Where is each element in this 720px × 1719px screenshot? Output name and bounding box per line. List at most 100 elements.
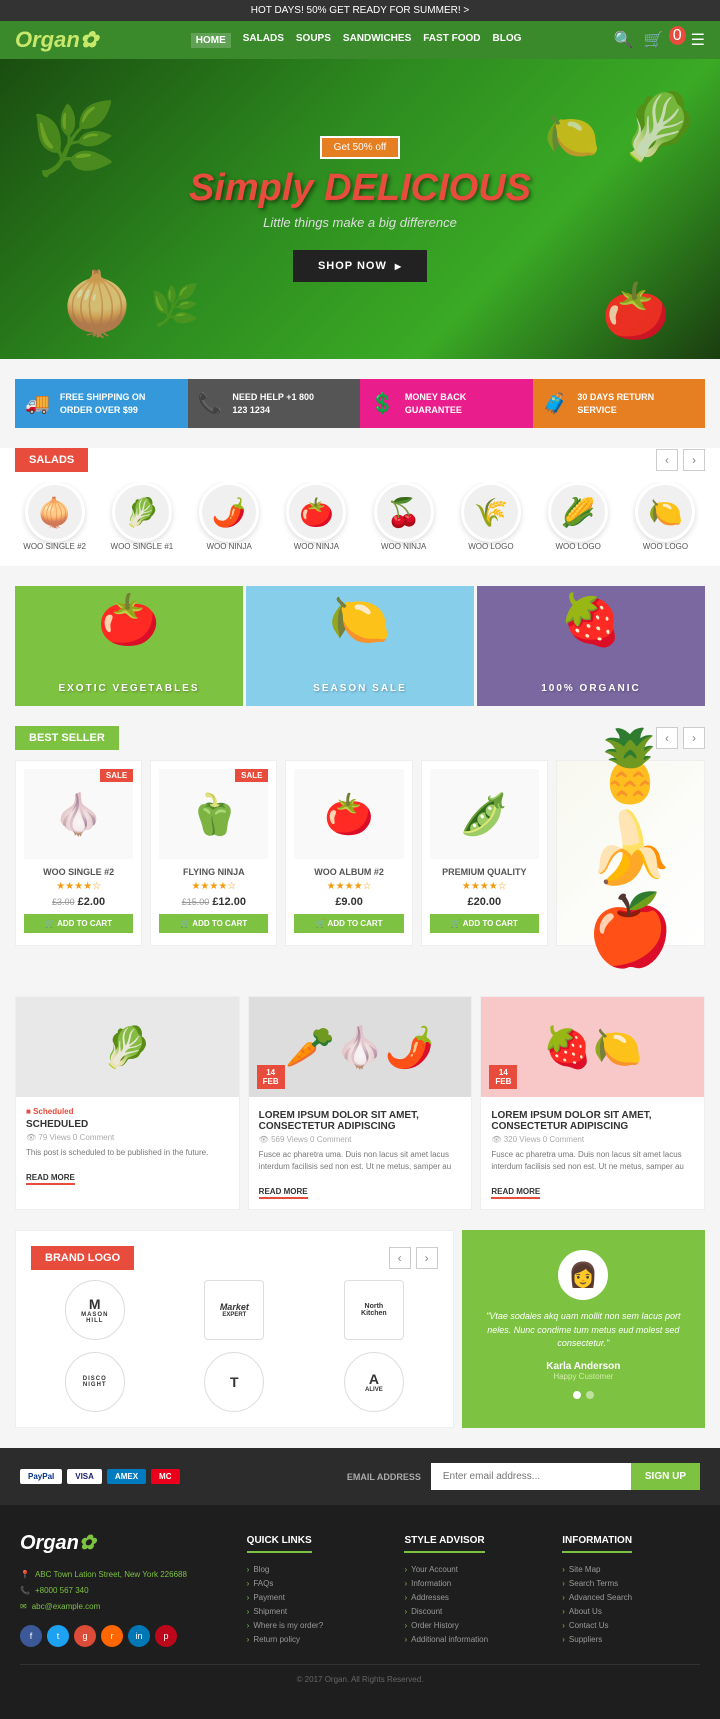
read-more-1[interactable]: READ MORE	[26, 1173, 75, 1185]
sale-badge-2: SALE	[235, 769, 268, 782]
footer-link[interactable]: Your Account	[404, 1565, 542, 1574]
nav-home[interactable]: HOME	[191, 33, 231, 48]
footer-link[interactable]: FAQs	[247, 1579, 385, 1588]
shop-now-button[interactable]: SHOP NOW	[293, 250, 427, 282]
googleplus-icon[interactable]: g	[74, 1625, 96, 1647]
footer-link[interactable]: Advanced Search	[562, 1593, 700, 1602]
site-logo[interactable]: Organ✿	[15, 27, 98, 53]
list-item[interactable]: 🥬 WOO SINGLE #1	[102, 482, 181, 551]
read-more-3[interactable]: READ MORE	[491, 1187, 540, 1199]
nav-soups[interactable]: SOUPS	[296, 33, 331, 48]
footer-address: 📍ABC Town Lation Street, New York 226688…	[20, 1567, 227, 1615]
footer-link[interactable]: Contact Us	[562, 1621, 700, 1630]
footer-link[interactable]: Addresses	[404, 1593, 542, 1602]
main-nav: HOME SALADS SOUPS SANDWICHES FAST FOOD B…	[191, 33, 522, 48]
menu-icon[interactable]: ☰	[691, 30, 705, 50]
brand-logo-6[interactable]: A ALIVE	[344, 1352, 404, 1412]
footer-link[interactable]: Suppliers	[562, 1635, 700, 1644]
footer-link[interactable]: Site Map	[562, 1565, 700, 1574]
list-item[interactable]: 🌽 WOO LOGO	[539, 482, 618, 551]
add-to-cart-3[interactable]: 🛒 ADD TO CART	[294, 914, 403, 933]
products-row: SALE 🧄 WOO SINGLE #2 ★★★★☆ £3.00 £2.00 🛒…	[0, 760, 720, 946]
product-name-3: WOO ALBUM #2	[294, 867, 403, 877]
site-footer: Organ✿ 📍ABC Town Lation Street, New York…	[0, 1505, 720, 1719]
nav-fastfood[interactable]: FAST FOOD	[423, 33, 480, 48]
brand-logo-1[interactable]: M MASON HILL	[65, 1280, 125, 1340]
blog-excerpt-1: This post is scheduled to be published i…	[26, 1147, 229, 1159]
footer-quicklinks: QUICK LINKS Blog FAQs Payment Shipment W…	[247, 1530, 385, 1649]
list-item[interactable]: 🧅 WOO SINGLE #2	[15, 482, 94, 551]
styleadvisor-title: STYLE ADVISOR	[404, 1535, 484, 1553]
footer-link[interactable]: Return policy	[247, 1635, 385, 1644]
season-icon: 🍋	[329, 591, 391, 650]
signup-button[interactable]: SIGN UP	[631, 1463, 700, 1490]
pinterest-icon[interactable]: p	[155, 1625, 177, 1647]
email-input[interactable]	[431, 1463, 631, 1490]
blog-excerpt-3: Fusce ac pharetra uma. Duis non lacus si…	[491, 1149, 694, 1173]
footer-link[interactable]: Order History	[404, 1621, 542, 1630]
facebook-icon[interactable]: f	[20, 1625, 42, 1647]
add-to-cart-2[interactable]: 🛒 ADD TO CART	[159, 914, 268, 933]
twitter-icon[interactable]: t	[47, 1625, 69, 1647]
product-price-3: £9.00	[294, 896, 403, 908]
nav-salads[interactable]: SALADS	[243, 33, 284, 48]
product-price-1: £3.00 £2.00	[24, 896, 133, 908]
read-more-2[interactable]: READ MORE	[259, 1187, 308, 1199]
add-to-cart-1[interactable]: 🛒 ADD TO CART	[24, 914, 133, 933]
nav-sandwiches[interactable]: SANDWICHES	[343, 33, 411, 48]
footer-link[interactable]: Shipment	[247, 1607, 385, 1616]
footer-link[interactable]: Discount	[404, 1607, 542, 1616]
footer-link[interactable]: Search Terms	[562, 1579, 700, 1588]
list-item[interactable]: 🍅 WOO NINJA	[277, 482, 356, 551]
list-item[interactable]: 🌾 WOO LOGO	[451, 482, 530, 551]
brand-prev[interactable]: ‹	[389, 1247, 411, 1269]
brand-logo-2[interactable]: Market EXPERT	[204, 1280, 264, 1340]
exotic-icon: 🍅	[98, 591, 160, 650]
testimonial-role: Happy Customer	[482, 1372, 685, 1381]
salads-carousel: 🧅 WOO SINGLE #2 🥬 WOO SINGLE #1 🌶️ WOO N…	[0, 482, 720, 551]
blog-image-1: 🥬	[16, 997, 239, 1097]
dot-2[interactable]	[586, 1391, 594, 1399]
nav-blog[interactable]: BLOG	[492, 33, 521, 48]
linkedin-icon[interactable]: in	[128, 1625, 150, 1647]
testimonial-quote: "Vtae sodales akq uam mollit non sem lac…	[482, 1310, 685, 1351]
footer-link[interactable]: Payment	[247, 1593, 385, 1602]
footer-link[interactable]: Where is my order?	[247, 1621, 385, 1630]
footer-link[interactable]: Additional information	[404, 1635, 542, 1644]
footer-link[interactable]: About Us	[562, 1607, 700, 1616]
promo-organic[interactable]: 🍓 100% ORGANIC	[477, 586, 705, 706]
cart-icon[interactable]: 🛒0	[644, 30, 681, 50]
footer-logo: Organ✿	[20, 1530, 227, 1555]
product-name-1: WOO SINGLE #2	[24, 867, 133, 877]
testimonial-dots	[482, 1391, 685, 1399]
salads-prev[interactable]: ‹	[656, 449, 678, 471]
brand-next[interactable]: ›	[416, 1247, 438, 1269]
search-icon[interactable]: 🔍	[614, 30, 634, 50]
mastercard-icon: MC	[151, 1469, 179, 1484]
salads-next[interactable]: ›	[683, 449, 705, 471]
hero-badge: Get 50% off	[320, 136, 401, 159]
list-item[interactable]: 🍋 WOO LOGO	[626, 482, 705, 551]
dot-1[interactable]	[573, 1391, 581, 1399]
promo-exotic[interactable]: 🍅 EXOTIC VEGETABLES	[15, 586, 243, 706]
footer-link[interactable]: Information	[404, 1579, 542, 1588]
add-to-cart-4[interactable]: 🛒 ADD TO CART	[430, 914, 539, 933]
bestseller-title: BEST SELLER	[15, 726, 119, 750]
list-item[interactable]: 🍒 WOO NINJA	[364, 482, 443, 551]
list-item[interactable]: 🌶️ WOO NINJA	[190, 482, 269, 551]
blog-date-2: 14FEB	[257, 1065, 285, 1089]
brand-logo-5[interactable]: T	[204, 1352, 264, 1412]
promo-exotic-label: EXOTIC VEGETABLES	[58, 683, 199, 694]
brand-logo-3[interactable]: North Kitchen	[344, 1280, 404, 1340]
product-card-featured: 🍍🍌🍎	[556, 760, 705, 946]
brand-logo-4[interactable]: DISCO NIGHT	[65, 1352, 125, 1412]
email-label: EMAIL ADDRESS	[347, 1472, 421, 1482]
product-image-4: 🫛	[430, 769, 539, 859]
footer-link[interactable]: Blog	[247, 1565, 385, 1574]
salads-header: SALADS ‹ ›	[15, 448, 705, 472]
promo-season[interactable]: 🍋 SEASON SALE	[246, 586, 474, 706]
product-stars-1: ★★★★☆	[24, 881, 133, 892]
blog-meta-2: 👁 569 Views 0 Comment	[259, 1135, 462, 1144]
rss-icon[interactable]: r	[101, 1625, 123, 1647]
product-image-3: 🍅	[294, 769, 403, 859]
